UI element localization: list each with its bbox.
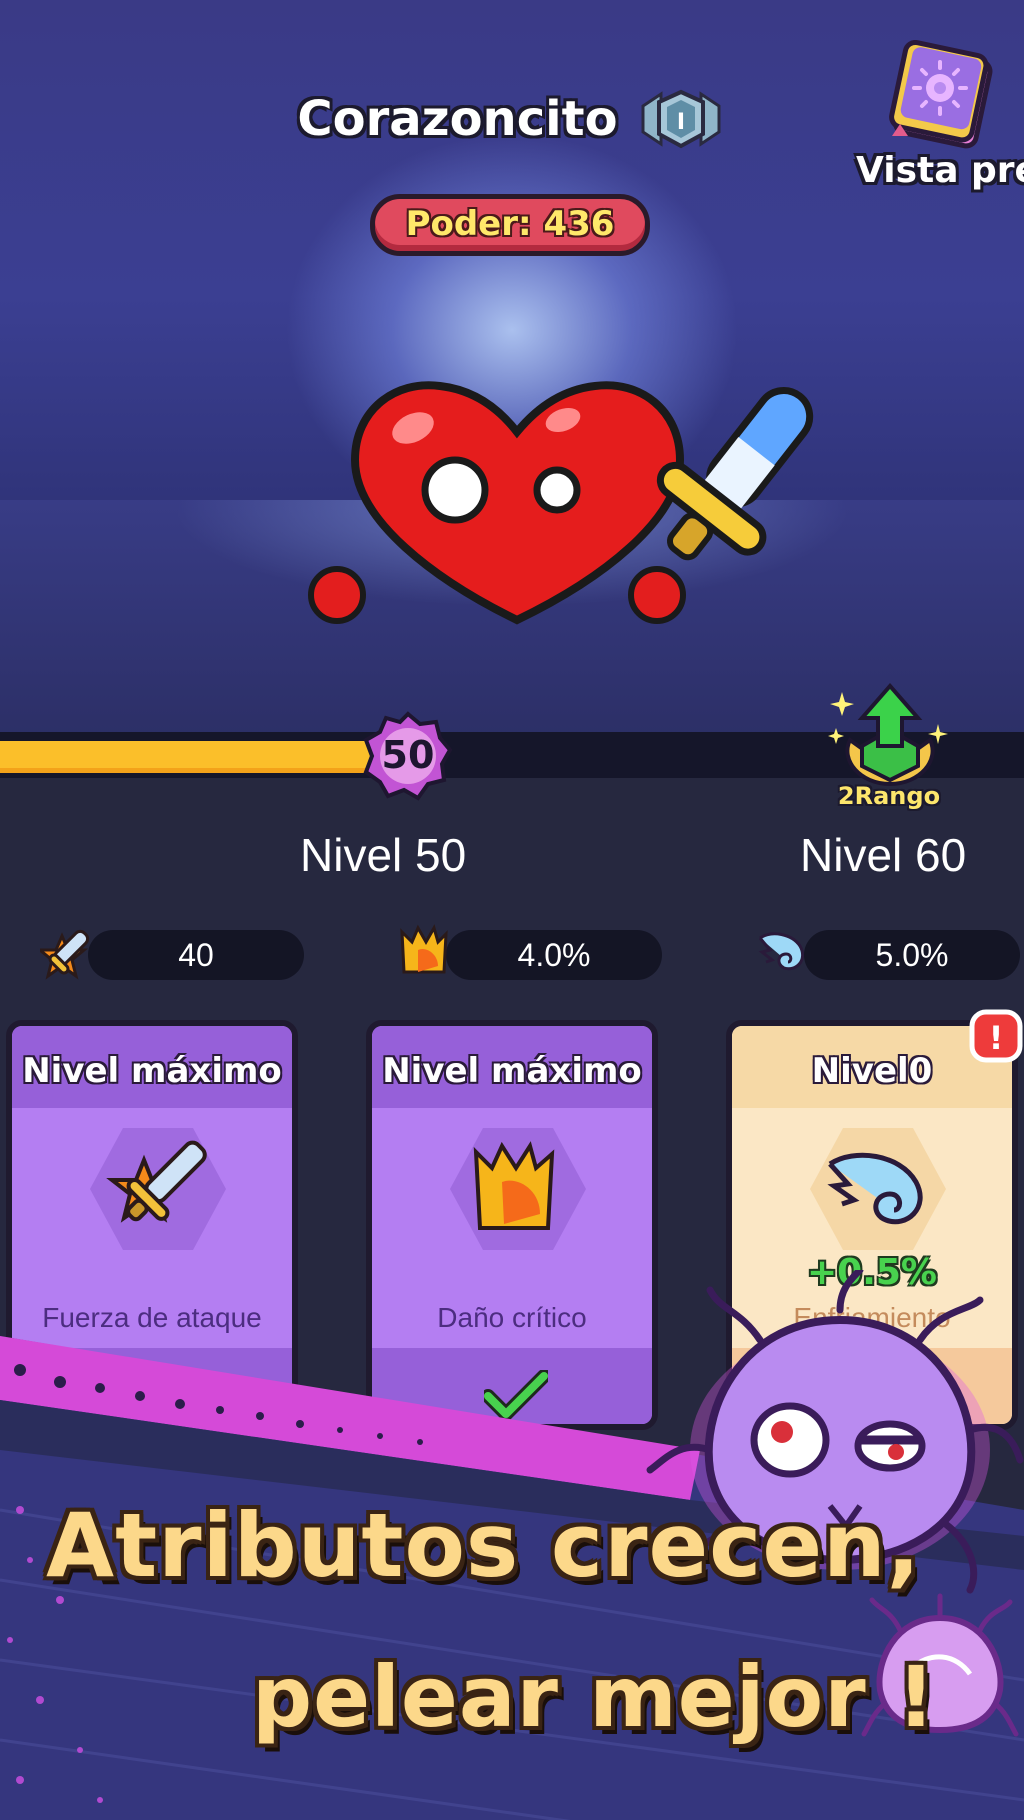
wing-icon bbox=[810, 1128, 946, 1250]
stat-attack-value: 40 bbox=[88, 930, 304, 980]
stat-cooldown-value: 5.0% bbox=[804, 930, 1020, 980]
rank-up-icon[interactable] bbox=[820, 680, 960, 790]
rank-badge-numeral: I bbox=[677, 110, 685, 135]
card-header: Nivel máximo bbox=[372, 1026, 652, 1108]
preview-label: Vista previ bbox=[856, 150, 1024, 191]
promo-headline-line1: Atributos crecen, bbox=[46, 1494, 922, 1597]
character-name: Corazoncito bbox=[297, 91, 618, 147]
attack-icon bbox=[40, 929, 90, 980]
rank-up-label: 2Rango bbox=[837, 782, 941, 810]
crit-icon bbox=[450, 1128, 586, 1250]
stat-cooldown: 5.0% bbox=[756, 926, 1024, 982]
stage: Corazoncito I Poder: 436 Vista previ bbox=[0, 0, 1024, 1820]
wing-icon bbox=[758, 932, 805, 971]
stat-crit-value: 4.0% bbox=[446, 930, 662, 980]
stat-attack: 40 bbox=[40, 926, 310, 982]
promo-headline-line2: pelear mejor ! bbox=[252, 1648, 937, 1746]
alert-icon: ! bbox=[969, 1009, 1023, 1063]
heart-hero-icon bbox=[308, 381, 814, 625]
preview-button[interactable]: Vista previ bbox=[850, 40, 1024, 200]
current-level-label: Nivel 50 bbox=[300, 829, 467, 881]
card-header: Nivel máximo bbox=[12, 1026, 292, 1108]
attack-icon bbox=[90, 1128, 226, 1250]
level-progress-fill bbox=[0, 741, 379, 773]
rank-badge-icon: I bbox=[641, 89, 721, 149]
book-icon bbox=[889, 40, 993, 149]
next-level-label: Nivel 60 bbox=[800, 829, 967, 881]
stat-crit: 4.0% bbox=[398, 924, 668, 982]
alert-mark: ! bbox=[989, 1019, 1004, 1057]
current-level-badge: 50 bbox=[381, 733, 435, 777]
crit-icon bbox=[400, 924, 448, 974]
power-indicator: Poder: 436 bbox=[370, 194, 650, 256]
